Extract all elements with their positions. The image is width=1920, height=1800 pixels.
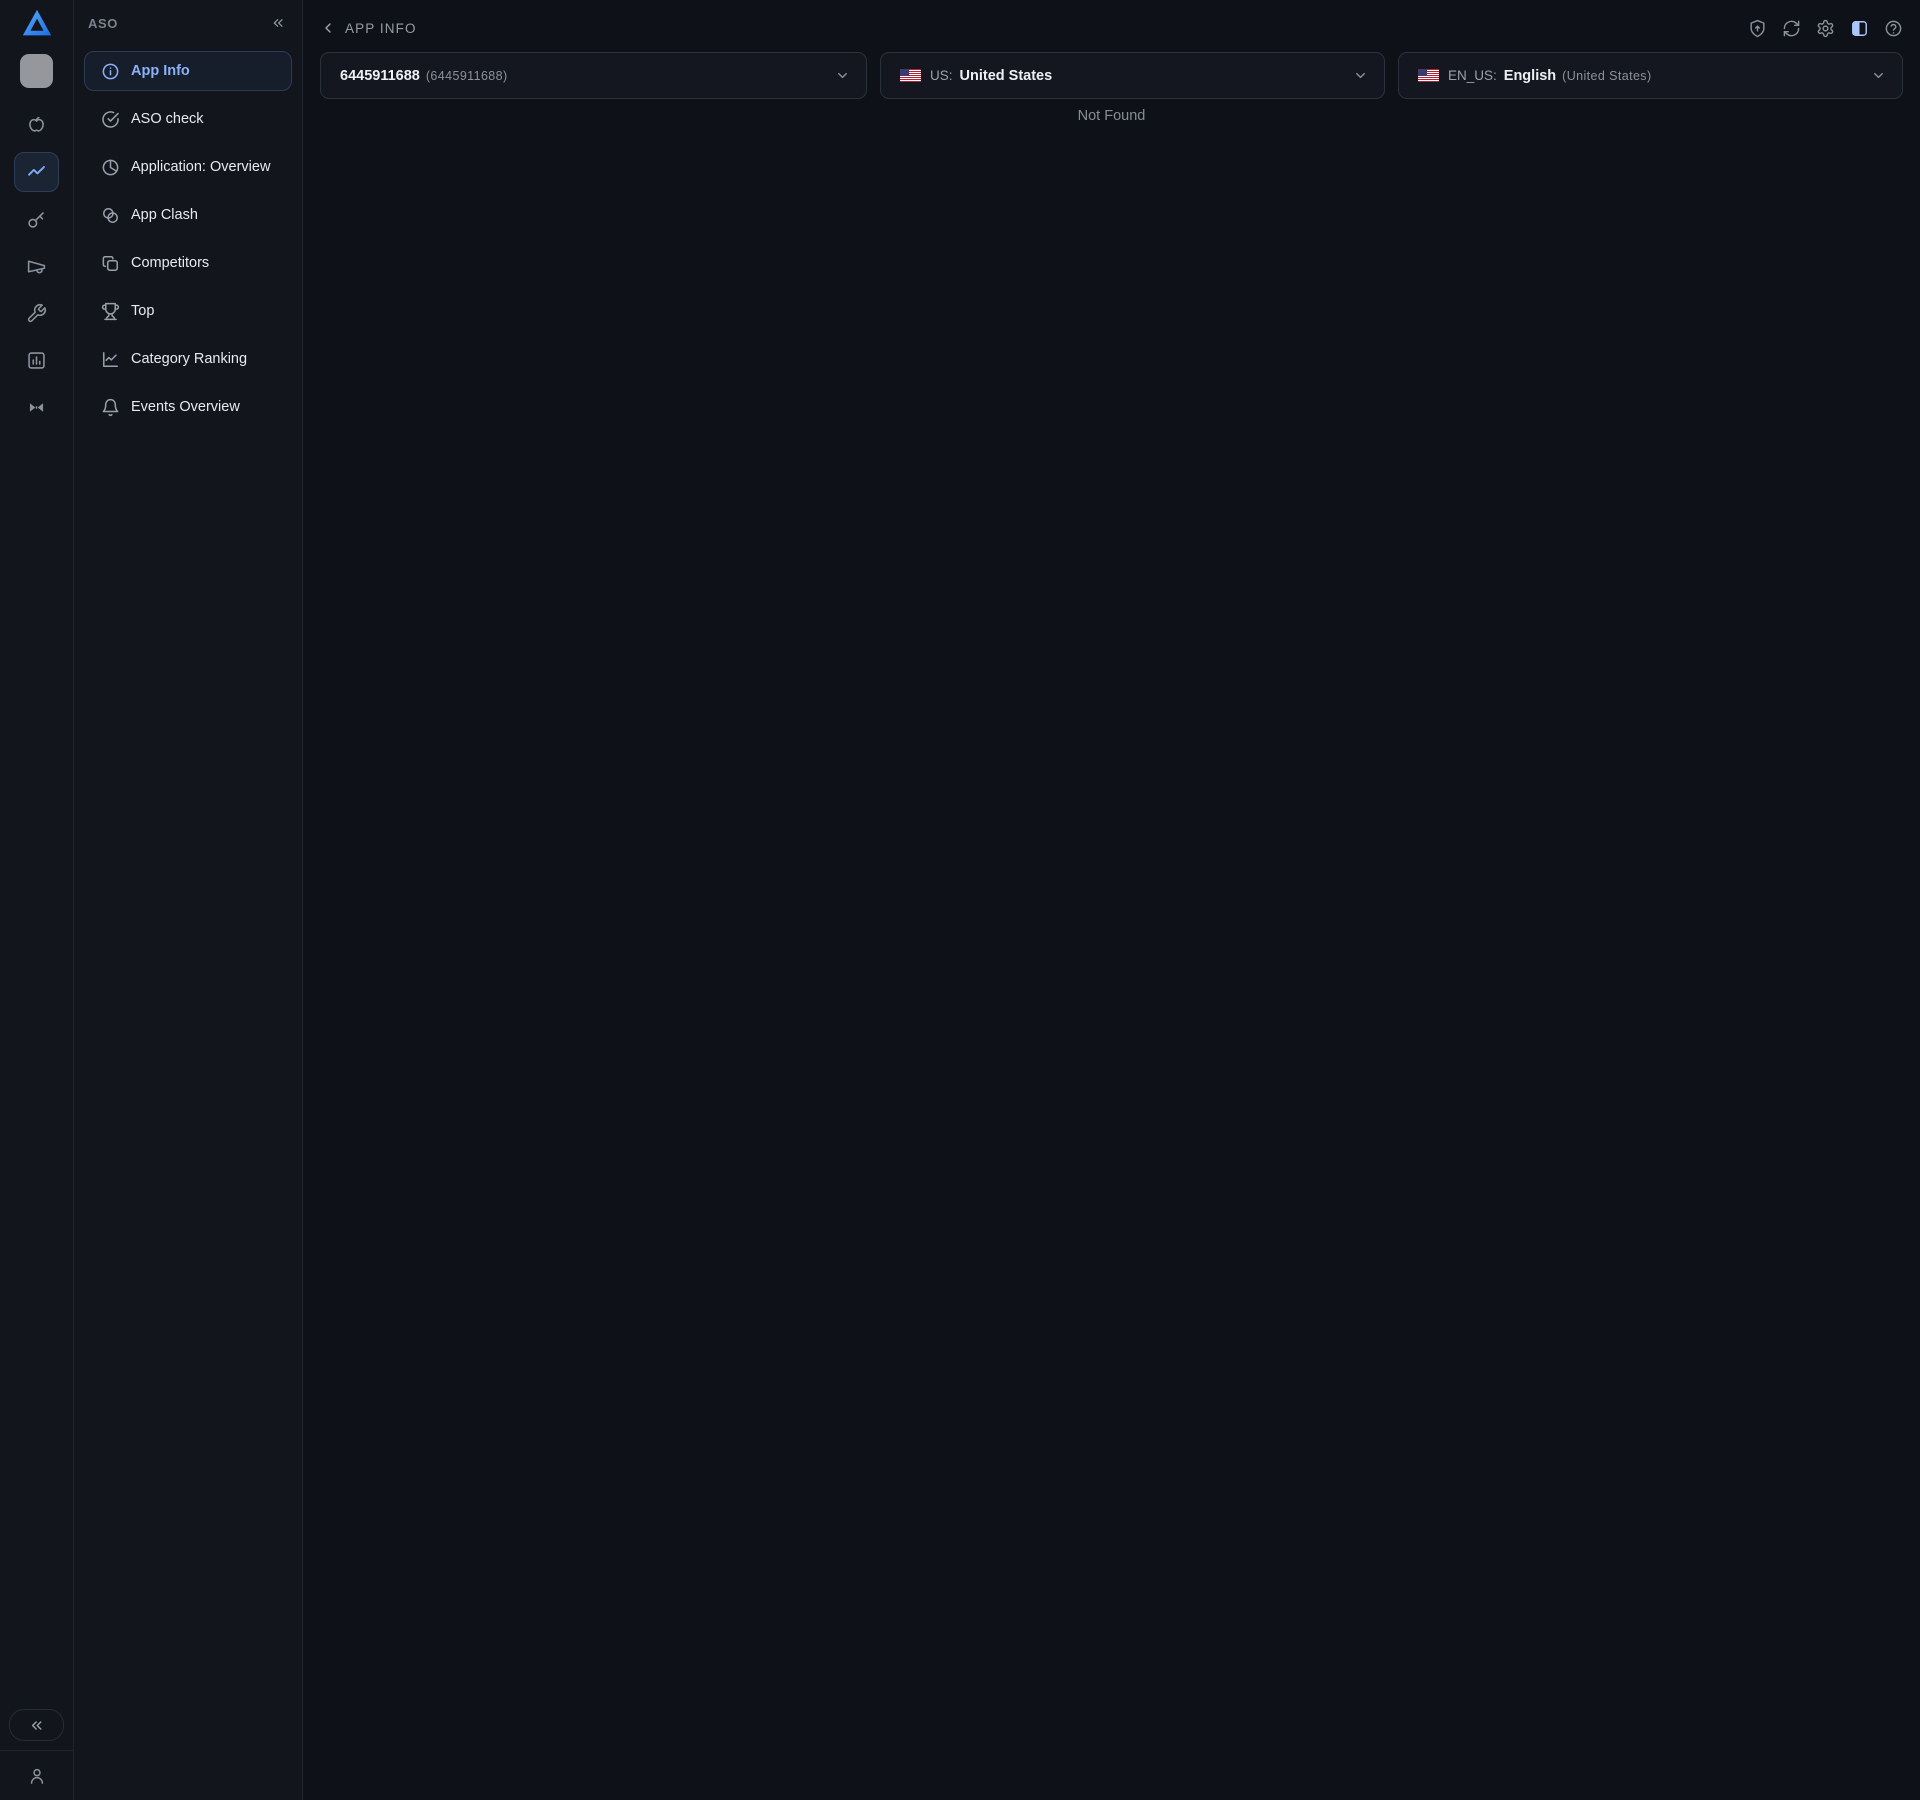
help-icon[interactable] <box>1882 17 1905 40</box>
sidebar-menu: App Info ASO check Application: Overview <box>74 46 302 435</box>
topbar: APP INFO <box>303 0 1920 50</box>
chevron-down-icon <box>1871 68 1886 83</box>
wrench-icon[interactable] <box>14 293 59 333</box>
megaphone-icon[interactable] <box>14 246 59 286</box>
sidebar-item-events-overview[interactable]: Events Overview <box>84 387 292 427</box>
sidebar-item-label: App Clash <box>131 207 198 223</box>
main-content: APP INFO 6445911688 (6445911688) US: Uni… <box>303 0 1920 1800</box>
sidebar-item-aso-check[interactable]: ASO check <box>84 99 292 139</box>
app-select-value: 6445911688 <box>340 67 420 84</box>
trending-icon[interactable] <box>14 152 59 192</box>
bell-icon <box>101 398 120 417</box>
check-circle-icon <box>101 110 120 129</box>
country-select[interactable]: US: United States <box>880 52 1385 99</box>
breadcrumb: APP INFO <box>320 20 417 36</box>
user-icon[interactable] <box>0 1750 73 1800</box>
topbar-actions <box>1746 17 1905 40</box>
sidebar-item-application-overview[interactable]: Application: Overview <box>84 147 292 187</box>
empty-state-message: Not Found <box>1077 108 1146 124</box>
chevron-down-icon <box>1353 68 1368 83</box>
rail-nav <box>14 105 59 434</box>
sidebar-item-label: ASO check <box>131 111 204 127</box>
sidebar-collapse-icon[interactable] <box>270 15 286 31</box>
copy-icon <box>101 254 120 273</box>
sidebar-item-app-info[interactable]: App Info <box>84 51 292 91</box>
trophy-icon <box>101 302 120 321</box>
rail-collapse-button[interactable] <box>9 1709 64 1741</box>
page-title: APP INFO <box>345 20 417 36</box>
app-select-secondary: (6445911688) <box>425 68 508 83</box>
line-chart-icon <box>101 350 120 369</box>
asolytics-logo-icon[interactable] <box>17 5 57 43</box>
app-root: ASO App Info ASO check Application: Over… <box>0 0 1920 1800</box>
sidebar-item-label: App Info <box>131 63 190 79</box>
key-icon[interactable] <box>14 199 59 239</box>
chevron-down-icon <box>835 68 850 83</box>
locale-select-prefix: EN_US: <box>1448 68 1497 83</box>
app-icon-placeholder[interactable] <box>20 54 53 88</box>
info-circle-icon <box>101 62 120 81</box>
sidebar-title: ASO <box>88 15 118 31</box>
sidebar-item-label: Category Ranking <box>131 351 248 367</box>
compare-icon[interactable] <box>14 387 59 427</box>
pie-chart-icon <box>101 158 120 177</box>
locale-select[interactable]: EN_US: English (United States) <box>1398 52 1903 99</box>
sidebar: ASO App Info ASO check Application: Over… <box>74 0 303 1800</box>
us-flag-icon <box>900 69 921 82</box>
sidebar-item-category-ranking[interactable]: Category Ranking <box>84 339 292 379</box>
filter-row: 6445911688 (6445911688) US: United State… <box>320 52 1903 99</box>
us-flag-icon <box>1418 69 1439 82</box>
locale-select-value: English <box>1503 67 1557 84</box>
sidebar-item-label: Top <box>131 303 155 319</box>
overlap-circles-icon <box>101 206 120 225</box>
country-select-prefix: US: <box>930 68 953 83</box>
panel-toggle-icon[interactable] <box>1848 17 1871 40</box>
country-select-value: United States <box>959 67 1053 84</box>
refresh-icon[interactable] <box>1780 17 1803 40</box>
sidebar-item-label: Application: Overview <box>131 159 271 175</box>
sidebar-item-top[interactable]: Top <box>84 291 292 331</box>
sidebar-item-app-clash[interactable]: App Clash <box>84 195 292 235</box>
apple-icon[interactable] <box>14 105 59 145</box>
sidebar-header: ASO <box>74 0 302 46</box>
sidebar-item-label: Events Overview <box>131 399 240 415</box>
shield-icon[interactable] <box>1746 17 1769 40</box>
sidebar-item-label: Competitors <box>131 255 210 271</box>
bar-chart-icon[interactable] <box>14 340 59 380</box>
settings-gear-icon[interactable] <box>1814 17 1837 40</box>
locale-select-secondary: (United States) <box>1562 68 1652 83</box>
icon-rail <box>0 0 74 1800</box>
back-chevron-icon[interactable] <box>320 20 336 36</box>
app-select[interactable]: 6445911688 (6445911688) <box>320 52 867 99</box>
sidebar-item-competitors[interactable]: Competitors <box>84 243 292 283</box>
